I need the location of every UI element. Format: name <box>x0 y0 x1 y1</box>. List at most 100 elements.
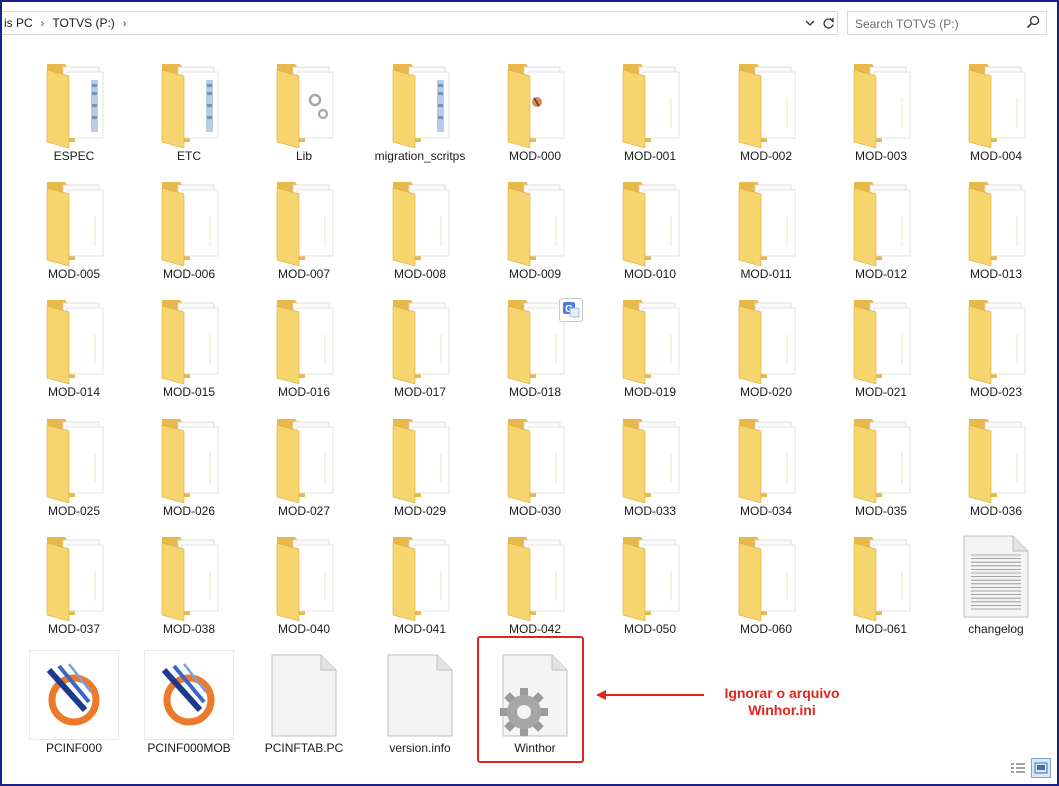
translate-badge-icon[interactable]: G <box>559 298 583 322</box>
file-item[interactable]: PCINFTAB.PC <box>248 646 360 758</box>
explorer-window: is PC › TOTVS (P:) › Search TOTVS (P:) ESPE… <box>0 0 1059 786</box>
folder-item[interactable]: ESPEC <box>18 54 130 166</box>
item-label: MOD-020 <box>739 385 792 399</box>
file-item[interactable]: PCINF000 <box>18 646 130 758</box>
item-label: MOD-035 <box>854 504 907 518</box>
folder-item[interactable]: MOD-061 <box>825 527 937 639</box>
folder-item[interactable]: migration_scritps <box>364 54 476 166</box>
item-label: MOD-009 <box>508 267 561 281</box>
item-label: MOD-038 <box>162 622 215 636</box>
file-icon <box>259 650 349 740</box>
item-label: MOD-000 <box>508 149 561 163</box>
folder-item[interactable]: MOD-000 <box>479 54 591 166</box>
folder-item[interactable]: MOD-050 <box>594 527 706 639</box>
folder-item[interactable]: MOD-021 <box>825 290 937 402</box>
folder-item[interactable]: MOD-040 <box>248 527 360 639</box>
item-label: MOD-003 <box>854 149 907 163</box>
folder-item[interactable]: MOD-035 <box>825 409 937 521</box>
folder-item[interactable]: MOD-038 <box>133 527 245 639</box>
folder-item[interactable]: Lib <box>248 54 360 166</box>
file-icon <box>375 650 465 740</box>
folder-item[interactable]: MOD-005 <box>18 172 130 284</box>
folder-item[interactable]: MOD-001 <box>594 54 706 166</box>
item-label: MOD-011 <box>740 267 792 281</box>
folder-item[interactable]: MOD-013 <box>940 172 1052 284</box>
folder-item[interactable]: MOD-041 <box>364 527 476 639</box>
folder-item[interactable]: MOD-036 <box>940 409 1052 521</box>
folder-icon <box>836 413 926 504</box>
folder-item[interactable]: MOD-009 <box>479 172 591 284</box>
folder-icon <box>144 58 234 149</box>
item-label: MOD-007 <box>277 267 330 281</box>
item-label: PCINF000MOB <box>147 741 231 755</box>
folder-icon <box>29 58 119 149</box>
folder-icon <box>721 413 811 504</box>
item-label: MOD-017 <box>393 385 446 399</box>
folder-item[interactable]: MOD-030 <box>479 409 591 521</box>
folder-item[interactable]: MOD-017 <box>364 290 476 402</box>
arrow-left-icon <box>596 690 704 700</box>
file-item[interactable]: changelog <box>940 527 1052 639</box>
folder-icon <box>951 58 1041 149</box>
folder-item[interactable]: MOD-006 <box>133 172 245 284</box>
app-logo-icon <box>143 649 235 741</box>
folder-icon <box>605 176 695 267</box>
folder-item[interactable]: MOD-008 <box>364 172 476 284</box>
folder-item[interactable]: MOD-037 <box>18 527 130 639</box>
folder-item[interactable]: MOD-011 <box>710 172 822 284</box>
folder-item[interactable]: MOD-019 <box>594 290 706 402</box>
file-item[interactable]: PCINF000MOB <box>133 646 245 758</box>
folder-item[interactable]: MOD-014 <box>18 290 130 402</box>
folder-item[interactable]: MOD-002 <box>710 54 822 166</box>
folder-icon <box>259 58 349 149</box>
folder-icon <box>144 531 234 622</box>
item-label: MOD-033 <box>623 504 676 518</box>
folder-icon <box>836 294 926 385</box>
large-icons-view-icon[interactable] <box>1031 758 1051 778</box>
folder-item[interactable]: MOD-010 <box>594 172 706 284</box>
folder-item[interactable]: MOD-034 <box>710 409 822 521</box>
folder-item[interactable]: MOD-007 <box>248 172 360 284</box>
item-label: MOD-042 <box>508 622 561 636</box>
folder-item[interactable]: MOD-042 <box>479 527 591 639</box>
item-label: MOD-019 <box>623 385 676 399</box>
item-label: MOD-027 <box>277 504 330 518</box>
folder-item[interactable]: MOD-003 <box>825 54 937 166</box>
folder-item[interactable]: MOD-023 <box>940 290 1052 402</box>
folder-item[interactable]: MOD-060 <box>710 527 822 639</box>
folder-icon <box>375 58 465 149</box>
item-label: Lib <box>295 149 312 163</box>
file-item[interactable]: version.info <box>364 646 476 758</box>
details-view-icon[interactable] <box>1008 758 1028 778</box>
folder-item[interactable]: MOD-016 <box>248 290 360 402</box>
folder-item[interactable]: MOD-026 <box>133 409 245 521</box>
folder-item[interactable]: ETC <box>133 54 245 166</box>
folder-item[interactable]: MOD-004 <box>940 54 1052 166</box>
folder-icon <box>721 294 811 385</box>
item-label: ETC <box>177 149 201 163</box>
item-label: MOD-041 <box>393 622 446 636</box>
item-label: MOD-013 <box>969 267 1022 281</box>
folder-item[interactable]: MOD-027 <box>248 409 360 521</box>
folder-item[interactable]: MOD-020 <box>710 290 822 402</box>
item-label: MOD-016 <box>277 385 330 399</box>
view-switcher <box>1008 758 1051 778</box>
folder-icon <box>605 413 695 504</box>
item-label: MOD-060 <box>739 622 792 636</box>
item-label: changelog <box>968 622 1024 636</box>
folder-item[interactable]: MOD-029 <box>364 409 476 521</box>
folder-icon <box>951 413 1041 504</box>
folder-item[interactable]: MOD-025 <box>18 409 130 521</box>
item-label: MOD-026 <box>162 504 215 518</box>
folder-icon <box>721 531 811 622</box>
item-label: MOD-005 <box>47 267 100 281</box>
item-label: migration_scritps <box>374 149 466 163</box>
folder-icon <box>951 294 1041 385</box>
folder-item[interactable]: MOD-033 <box>594 409 706 521</box>
folder-icon <box>951 176 1041 267</box>
folder-icon <box>721 176 811 267</box>
folder-icon <box>490 58 580 149</box>
folder-icon <box>259 413 349 504</box>
folder-item[interactable]: MOD-015 <box>133 290 245 402</box>
folder-item[interactable]: MOD-012 <box>825 172 937 284</box>
